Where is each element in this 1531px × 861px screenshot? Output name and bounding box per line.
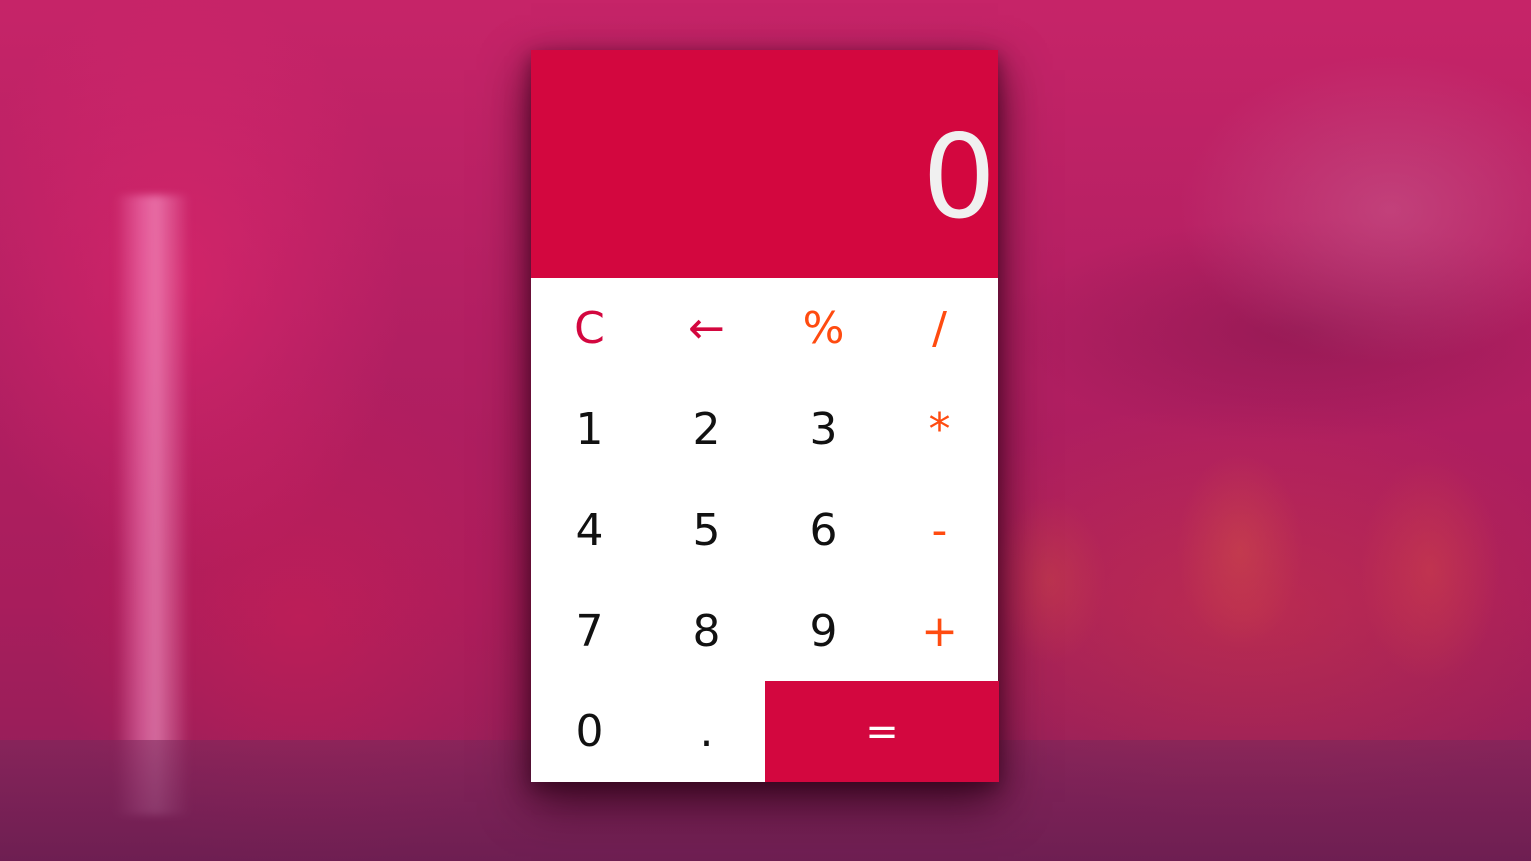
digit-6-button[interactable]: 6 <box>765 480 882 581</box>
calculator-display: 0 <box>531 50 998 278</box>
equals-button[interactable]: = <box>765 681 999 782</box>
digit-0-button[interactable]: 0 <box>531 681 648 782</box>
digit-1-button[interactable]: 1 <box>531 379 648 480</box>
digit-4-button[interactable]: 4 <box>531 480 648 581</box>
digit-5-button[interactable]: 5 <box>648 480 765 581</box>
digit-7-button[interactable]: 7 <box>531 581 648 682</box>
digit-2-button[interactable]: 2 <box>648 379 765 480</box>
display-value: 0 <box>922 110 996 245</box>
decimal-button[interactable]: . <box>648 681 765 782</box>
digit-9-button[interactable]: 9 <box>765 581 882 682</box>
multiply-button[interactable]: * <box>881 379 998 480</box>
backspace-button[interactable]: ← <box>648 278 765 379</box>
keypad: C ← % / 1 2 3 * 4 5 6 - 7 8 9 + 0 . = <box>531 278 999 782</box>
digit-8-button[interactable]: 8 <box>648 581 765 682</box>
digit-3-button[interactable]: 3 <box>765 379 882 480</box>
clear-button[interactable]: C <box>531 278 648 379</box>
calculator: 0 C ← % / 1 2 3 * 4 5 6 - 7 8 9 + 0 . = <box>531 50 999 782</box>
divide-button[interactable]: / <box>881 278 998 379</box>
subtract-button[interactable]: - <box>881 480 998 581</box>
background-trees <box>990 420 1531 750</box>
add-button[interactable]: + <box>881 581 998 682</box>
percent-button[interactable]: % <box>765 278 882 379</box>
background-waterfall <box>115 195 190 815</box>
